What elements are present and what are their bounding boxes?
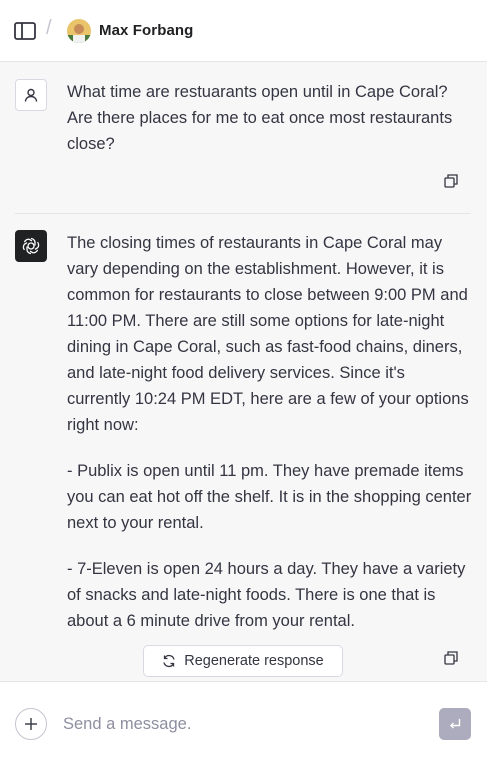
user-message-text: What time are restuarants open until in …: [67, 83, 453, 153]
chat-thread[interactable]: What time are restuarants open until in …: [0, 63, 487, 681]
enter-icon: [450, 719, 461, 729]
assistant-paragraph: The closing times of restaurants in Cape…: [67, 234, 469, 434]
plus-icon: [25, 718, 37, 730]
sidebar-toggle-icon[interactable]: [12, 19, 38, 43]
message-divider: [15, 213, 471, 214]
user-icon: [15, 79, 47, 111]
assistant-paragraph: - 7-Eleven is open 24 hours a day. They …: [67, 560, 466, 630]
user-name: Max Forbang: [99, 22, 194, 39]
user-message: What time are restuarants open until in …: [0, 63, 487, 213]
breadcrumb-separator: /: [46, 17, 52, 39]
send-button[interactable]: [439, 708, 471, 740]
header: / Max Forbang: [0, 0, 487, 62]
refresh-icon: [163, 654, 175, 668]
openai-logo-icon: [15, 230, 47, 262]
avatar[interactable]: [67, 19, 91, 43]
regenerate-response-button[interactable]: Regenerate response: [143, 645, 343, 677]
message-input[interactable]: [63, 710, 423, 738]
composer: [0, 681, 487, 763]
assistant-message-text: The closing times of restaurants in Cape…: [67, 230, 472, 654]
regenerate-label: Regenerate response: [184, 653, 324, 669]
add-attachment-button[interactable]: [15, 708, 47, 740]
assistant-paragraph: - Publix is open until 11 pm. They have …: [67, 462, 472, 532]
copy-icon[interactable]: [443, 173, 459, 189]
copy-icon[interactable]: [443, 650, 459, 666]
